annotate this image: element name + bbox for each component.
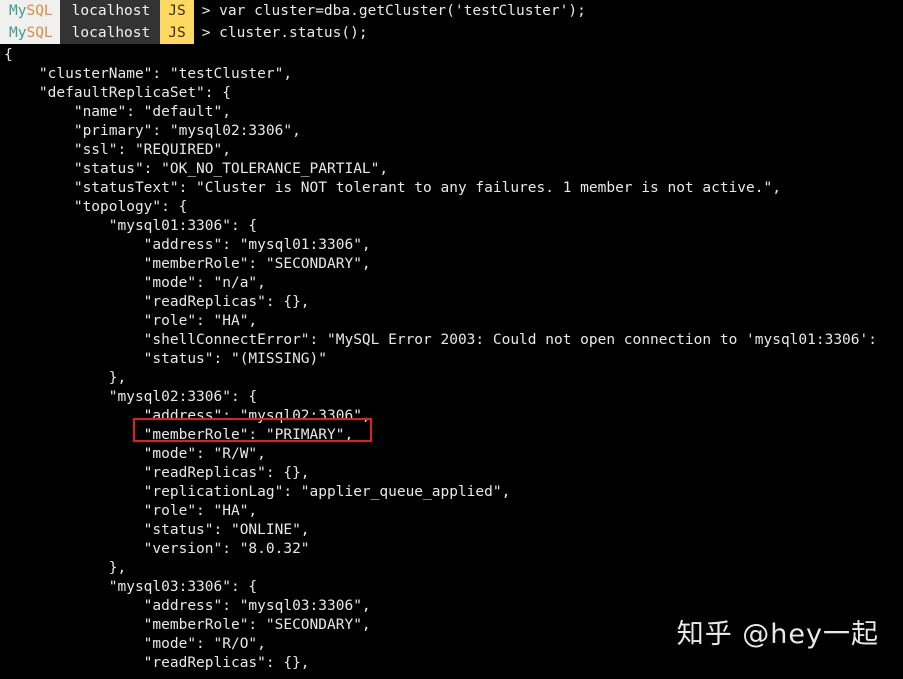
json-output-line: "role": "HA", (4, 503, 258, 519)
mysql-badge-my: My (9, 25, 27, 41)
prompt-line[interactable]: MySQL localhost JS > var cluster=dba.getClu… (0, 0, 903, 22)
command-text[interactable]: > var cluster=dba.getCluster('testCluste… (193, 0, 586, 22)
terminal-window[interactable]: MySQL localhost JS > var cluster=dba.getClu… (0, 0, 903, 679)
json-output-line: "address": "mysql02:3306", (4, 408, 371, 424)
json-output-line: "mysql02:3306": { (4, 389, 258, 405)
json-output-line: "primary": "mysql02:3306", (4, 123, 301, 139)
mode-badge-js: JS (160, 22, 194, 44)
json-output-line: "status": "(MISSING)" (4, 351, 328, 367)
command-text[interactable]: > cluster.status(); (193, 22, 368, 44)
prompt-line[interactable]: MySQL localhost JS > cluster.status(); (0, 22, 903, 44)
json-output-line: "memberRole": "PRIMARY", (4, 427, 354, 443)
json-output-line: "statusText": "Cluster is NOT tolerant t… (4, 180, 781, 196)
mode-badge-js: JS (160, 0, 194, 22)
mysql-badge: MySQL (0, 22, 60, 44)
json-output-line: "status": "ONLINE", (4, 522, 310, 538)
json-output-line: "readReplicas": {}, (4, 465, 310, 481)
host-badge: localhost (59, 22, 161, 44)
json-output-line: "mysql01:3306": { (4, 218, 258, 234)
json-output-line: "version": "8.0.32" (4, 541, 310, 557)
host-badge: localhost (59, 0, 161, 22)
prompt-area: MySQL localhost JS > var cluster=dba.getClu… (0, 0, 903, 44)
json-output-line: "role": "HA", (4, 313, 258, 329)
json-output-line: "name": "default", (4, 104, 231, 120)
json-output-line: "readReplicas": {}, (4, 655, 310, 671)
json-output-line: }, (4, 560, 127, 576)
json-output-line: "ssl": "REQUIRED", (4, 142, 231, 158)
json-output-line: "replicationLag": "applier_queue_applied… (4, 484, 511, 500)
json-output-line: "status": "OK_NO_TOLERANCE_PARTIAL", (4, 161, 389, 177)
json-output-line: "mode": "n/a", (4, 275, 266, 291)
json-output-line: "readReplicas": {}, (4, 294, 310, 310)
json-output-line: "mysql03:3306": { (4, 579, 258, 595)
json-output-line: "mode": "R/W", (4, 446, 266, 462)
json-output-block: { "clusterName": "testCluster", "default… (0, 46, 903, 673)
json-output-line: "clusterName": "testCluster", (4, 66, 293, 82)
mysql-badge: MySQL (0, 0, 60, 22)
json-output-line: "address": "mysql01:3306", (4, 237, 371, 253)
json-output-line: { (4, 47, 13, 63)
json-output-line: }, (4, 370, 127, 386)
watermark: 知乎 @hey一起 (676, 619, 879, 650)
mysql-badge-sql: SQL (26, 3, 53, 19)
mysql-badge-sql: SQL (26, 25, 53, 41)
mysql-badge-my: My (9, 3, 27, 19)
json-output-line: "shellConnectError": "MySQL Error 2003: … (4, 332, 877, 348)
json-output-line: "topology": { (4, 199, 188, 215)
json-output-line: "defaultReplicaSet": { (4, 85, 231, 101)
json-output-line: "memberRole": "SECONDARY", (4, 256, 371, 272)
json-output-line: "address": "mysql03:3306", (4, 598, 371, 614)
